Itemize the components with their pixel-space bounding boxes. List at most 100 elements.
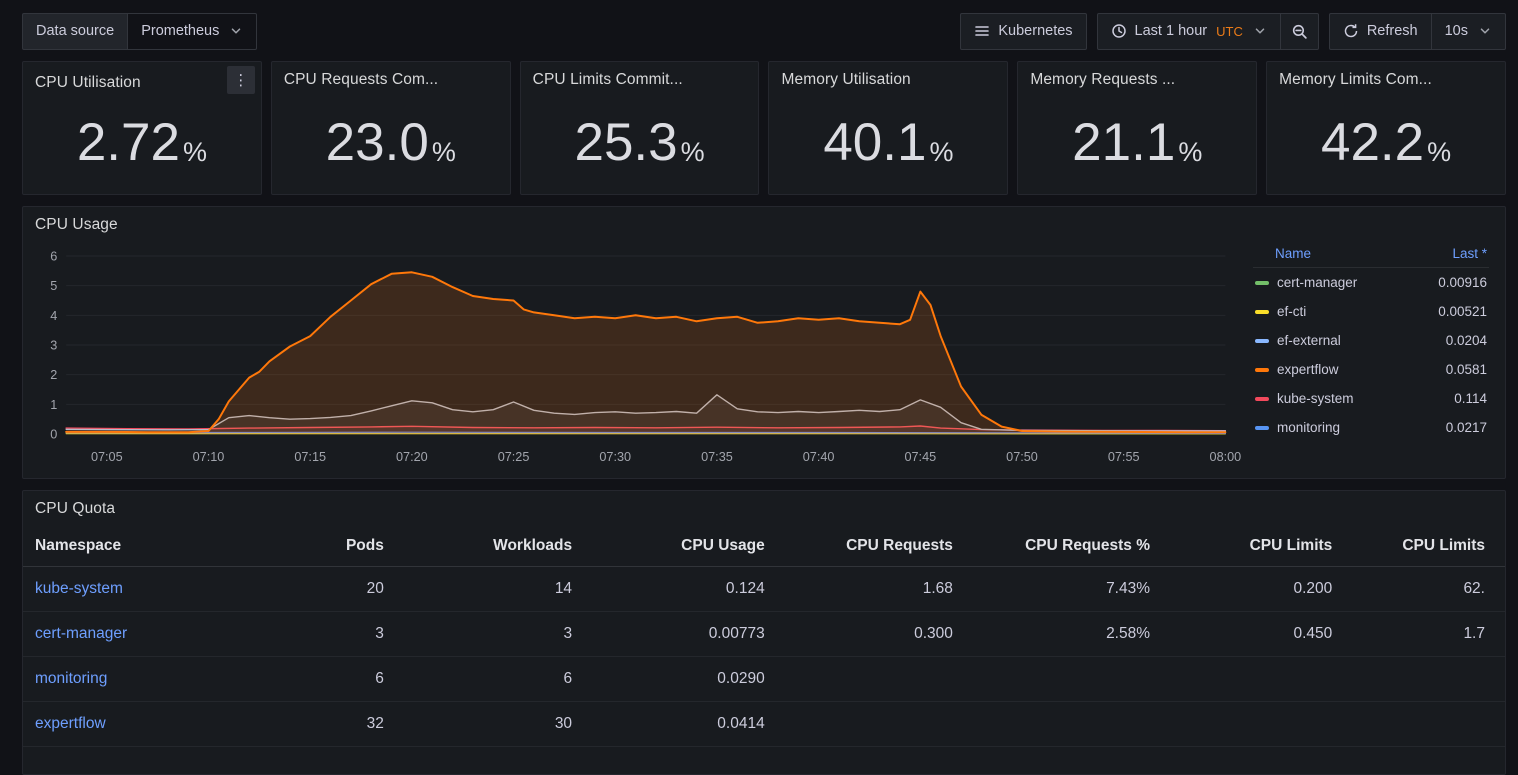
stat-number: 40.1	[823, 112, 926, 173]
stat-panel-4: Memory Utilisation40.1%	[768, 61, 1008, 195]
stat-panel-title[interactable]: Memory Requests ...	[1030, 71, 1175, 89]
stat-panel-title[interactable]: CPU Utilisation	[35, 74, 141, 92]
namespace-link[interactable]: kube-system	[35, 580, 123, 597]
column-header-4[interactable]: CPU Usage	[592, 526, 785, 567]
kubernetes-button[interactable]: Kubernetes	[960, 13, 1086, 50]
stat-panel-title[interactable]: CPU Limits Commit...	[533, 71, 683, 89]
stat-panel-title[interactable]: Memory Limits Com...	[1279, 71, 1432, 89]
svg-text:07:55: 07:55	[1108, 449, 1140, 464]
legend-series-name[interactable]: expertflow	[1277, 362, 1446, 377]
value-cell	[785, 702, 973, 747]
namespace-link[interactable]: expertflow	[35, 715, 106, 732]
column-header-1[interactable]: Namespace	[23, 526, 217, 567]
column-header-8[interactable]: CPU Limits	[1352, 526, 1505, 567]
chevron-down-icon	[1253, 24, 1267, 38]
value-cell: 1.7	[1352, 612, 1505, 657]
legend-series-name[interactable]: ef-external	[1277, 333, 1446, 348]
time-controls: Last 1 hour UTC	[1097, 13, 1319, 50]
value-cell: 7.43%	[973, 567, 1170, 612]
stat-panel-header: Memory Requests ...	[1018, 62, 1256, 89]
value-cell: 6	[404, 657, 592, 702]
svg-text:0: 0	[50, 426, 57, 441]
cpu-quota-table: NamespacePodsWorkloadsCPU UsageCPU Reque…	[23, 526, 1505, 747]
refresh-interval-select[interactable]: 10s	[1432, 13, 1506, 50]
legend-item[interactable]: ef-external0.0204	[1253, 326, 1489, 355]
legend-series-name[interactable]: monitoring	[1277, 420, 1446, 435]
time-range-label: Last 1 hour	[1135, 23, 1208, 39]
stat-number: 42.2	[1321, 112, 1424, 173]
legend-item[interactable]: kube-system0.114	[1253, 384, 1489, 413]
toolbar-right: Kubernetes Last 1 hour UTC Refresh	[960, 13, 1506, 50]
legend-item[interactable]: expertflow0.0581	[1253, 355, 1489, 384]
refresh-interval-value: 10s	[1445, 23, 1468, 39]
datasource-select[interactable]: Prometheus	[128, 13, 257, 50]
quota-table-body: kube-system20140.1241.687.43%0.20062.cer…	[23, 567, 1505, 747]
stat-panel-title[interactable]: Memory Utilisation	[781, 71, 910, 89]
value-cell	[973, 702, 1170, 747]
panel-menu-button[interactable]: ⋮	[227, 66, 255, 94]
stat-panel-header: CPU Limits Commit...	[521, 62, 759, 89]
value-cell: 30	[404, 702, 592, 747]
zoom-out-icon	[1291, 23, 1308, 40]
legend-last-header[interactable]: Last *	[1452, 246, 1487, 261]
svg-text:2: 2	[50, 367, 57, 382]
refresh-controls: Refresh 10s	[1329, 13, 1506, 50]
legend-item[interactable]: monitoring0.0217	[1253, 413, 1489, 442]
toolbar: Data source Prometheus Kubernetes Last 1…	[22, 12, 1506, 50]
refresh-button[interactable]: Refresh	[1329, 13, 1432, 50]
value-cell: 3	[404, 612, 592, 657]
svg-text:3: 3	[50, 337, 57, 352]
series-color-swatch	[1255, 368, 1269, 372]
namespace-link[interactable]: cert-manager	[35, 625, 127, 642]
panel-title-cpu-usage[interactable]: CPU Usage	[35, 216, 118, 234]
stat-number: 25.3	[574, 112, 677, 173]
column-header-2[interactable]: Pods	[217, 526, 404, 567]
stat-value: 23.0%	[272, 96, 510, 188]
value-cell	[973, 657, 1170, 702]
value-cell: 0.0290	[592, 657, 785, 702]
stat-panel-header: CPU Utilisation ⋮	[23, 62, 261, 94]
datasource-value-text: Prometheus	[141, 23, 219, 39]
zoom-out-button[interactable]	[1281, 13, 1319, 50]
legend-series-name[interactable]: kube-system	[1277, 391, 1454, 406]
legend-series-name[interactable]: ef-cti	[1277, 304, 1438, 319]
cpu-usage-panel: CPU Usage 012345607:0507:1007:1507:2007:…	[22, 206, 1506, 479]
svg-text:07:45: 07:45	[904, 449, 936, 464]
stat-panel-5: Memory Requests ...21.1%	[1017, 61, 1257, 195]
value-cell: 32	[217, 702, 404, 747]
namespace-link[interactable]: monitoring	[35, 670, 107, 687]
svg-text:07:30: 07:30	[599, 449, 631, 464]
legend-series-value: 0.0204	[1446, 333, 1487, 348]
datasource-label: Data source	[22, 13, 128, 50]
legend-series-value: 0.00916	[1438, 275, 1487, 290]
value-cell: 20	[217, 567, 404, 612]
time-range-picker[interactable]: Last 1 hour UTC	[1097, 13, 1281, 50]
menu-icon	[974, 23, 990, 39]
legend-item[interactable]: ef-cti0.00521	[1253, 297, 1489, 326]
stat-unit: %	[432, 137, 456, 168]
stat-panel-title[interactable]: CPU Requests Com...	[284, 71, 438, 89]
panel-title-cpu-quota[interactable]: CPU Quota	[35, 500, 115, 518]
timezone-label: UTC	[1216, 24, 1243, 39]
value-cell: 0.124	[592, 567, 785, 612]
series-color-swatch	[1255, 426, 1269, 430]
series-color-swatch	[1255, 281, 1269, 285]
value-cell: 62.	[1352, 567, 1505, 612]
legend-name-header[interactable]: Name	[1275, 246, 1311, 261]
column-header-5[interactable]: CPU Requests	[785, 526, 973, 567]
legend-item[interactable]: cert-manager0.00916	[1253, 268, 1489, 297]
legend-series-name[interactable]: cert-manager	[1277, 275, 1438, 290]
column-header-6[interactable]: CPU Requests %	[973, 526, 1170, 567]
svg-text:07:10: 07:10	[193, 449, 225, 464]
cpu-quota-panel: CPU Quota NamespacePodsWorkloadsCPU Usag…	[22, 490, 1506, 775]
cpu-usage-chart[interactable]: 012345607:0507:1007:1507:2007:2507:3007:…	[31, 238, 1241, 466]
stat-number: 2.72	[77, 112, 180, 173]
value-cell	[1170, 702, 1352, 747]
dashboard-page: Data source Prometheus Kubernetes Last 1…	[0, 0, 1518, 775]
cpu-usage-panel-header: CPU Usage	[23, 207, 1505, 234]
cpu-usage-chart-area: 012345607:0507:1007:1507:2007:2507:3007:…	[31, 238, 1241, 476]
legend-series-value: 0.0581	[1446, 362, 1487, 377]
column-header-3[interactable]: Workloads	[404, 526, 592, 567]
value-cell: 0.450	[1170, 612, 1352, 657]
column-header-7[interactable]: CPU Limits	[1170, 526, 1352, 567]
